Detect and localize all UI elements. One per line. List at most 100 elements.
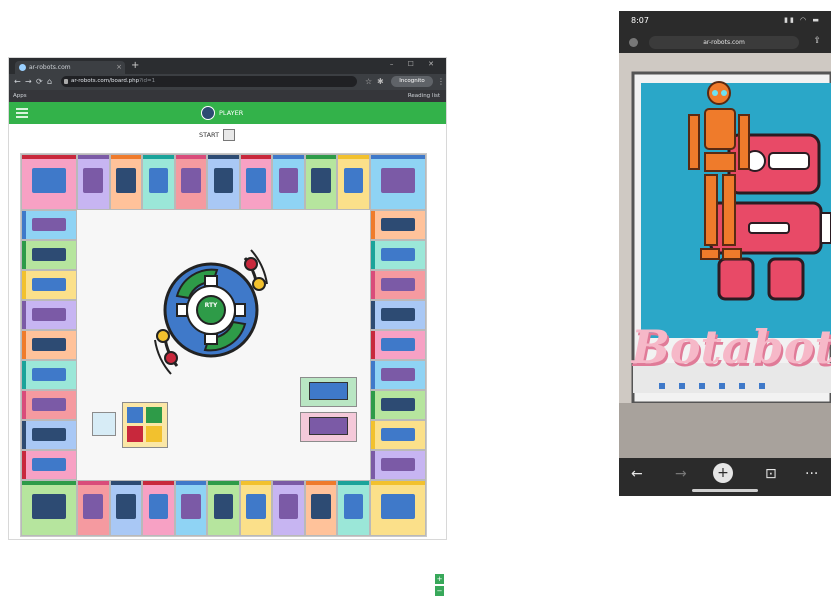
address-suffix: ?id=1 [139, 78, 156, 84]
phone-more-button[interactable]: ··· [805, 466, 818, 482]
board-tile[interactable] [207, 154, 240, 210]
board-tile[interactable] [304, 480, 338, 536]
new-tab-plus-button[interactable]: + [713, 463, 733, 483]
share-icon[interactable]: ⇪ [813, 36, 821, 46]
board-tile[interactable] [142, 480, 175, 536]
favicon-icon [19, 64, 26, 71]
tab-close-icon[interactable]: × [116, 61, 122, 74]
tile-illustration [380, 337, 416, 351]
gear-icon [154, 249, 268, 375]
dice-icon[interactable] [223, 129, 236, 141]
board-tile[interactable] [77, 480, 110, 536]
tile-illustration [31, 337, 67, 351]
tile-color-stripe [371, 241, 375, 269]
zoom-in-button[interactable]: + [435, 574, 444, 584]
phone-tabs-button[interactable]: ⊡ [765, 466, 777, 482]
board-tile[interactable] [21, 480, 77, 536]
community-card-stack[interactable] [300, 412, 357, 442]
board-tile[interactable] [21, 300, 77, 330]
board-tile[interactable] [304, 154, 338, 210]
board-tile[interactable] [370, 390, 426, 420]
window-controls[interactable]: – ☐ ✕ [390, 60, 440, 68]
board-tile[interactable] [21, 330, 77, 360]
tile-illustration [380, 457, 416, 471]
tile-illustration [343, 493, 364, 519]
board-tile[interactable] [109, 480, 143, 536]
reading-list-button[interactable]: Reading list [408, 91, 440, 101]
tile-illustration [343, 167, 364, 193]
board-tile[interactable] [370, 300, 426, 330]
tile-illustration [31, 277, 67, 291]
tile-illustration [31, 367, 67, 381]
board-tile[interactable] [207, 480, 240, 536]
tile-illustration [380, 217, 416, 231]
board-tile[interactable] [21, 450, 77, 480]
profile-button[interactable]: Incognito [391, 76, 433, 87]
board-tile[interactable] [109, 154, 143, 210]
board-tile[interactable] [370, 450, 426, 480]
board-tile[interactable] [239, 154, 273, 210]
browser-tab[interactable]: ar-robots.com × [15, 61, 125, 74]
chance-card-stack[interactable] [300, 377, 357, 407]
tile-illustration [380, 167, 416, 193]
board-tile[interactable] [21, 240, 77, 270]
board-tile[interactable] [21, 420, 77, 450]
board-tile[interactable] [370, 420, 426, 450]
browser-titlebar: ar-robots.com × + – ☐ ✕ [9, 58, 446, 74]
board-tile[interactable] [174, 480, 208, 536]
tile-color-stripe [371, 155, 425, 159]
new-tab-button[interactable]: + [131, 60, 139, 72]
tile-illustration [31, 247, 67, 261]
tile-color-stripe [22, 331, 26, 359]
board-tile[interactable] [370, 210, 426, 240]
extensions-icon[interactable]: ✱ [377, 76, 384, 88]
bookmark-apps[interactable]: Apps [13, 91, 27, 101]
address-bar[interactable]: ar-robots.com/board.php?id=1 [61, 76, 357, 87]
phone-back-button[interactable]: ← [631, 466, 643, 482]
tile-illustration [380, 493, 416, 519]
board-tile[interactable] [272, 154, 305, 210]
player-chip: PLAYER [201, 105, 243, 121]
tile-color-stripe [22, 271, 26, 299]
board-tile[interactable] [77, 154, 110, 210]
board-tile[interactable] [272, 480, 305, 536]
tile-color-stripe [78, 481, 109, 485]
board-tile[interactable] [337, 154, 370, 210]
phone-forward-button[interactable]: → [675, 466, 687, 482]
board-tile[interactable] [370, 154, 426, 210]
board-tile[interactable] [21, 154, 77, 210]
forward-button[interactable]: → [25, 76, 32, 88]
home-button[interactable]: ⌂ [47, 76, 52, 88]
board-tile[interactable] [174, 154, 208, 210]
phone-address-field[interactable]: ar-robots.com [649, 36, 799, 49]
hamburger-icon[interactable] [16, 108, 28, 118]
board-tile[interactable] [21, 360, 77, 390]
reload-button[interactable]: ⟳ [36, 76, 43, 88]
game-area: START RTY + − [9, 124, 446, 596]
board-tile[interactable] [142, 154, 175, 210]
bookmark-star-icon[interactable]: ☆ [365, 76, 372, 88]
tile-color-stripe [338, 481, 369, 485]
ar-3d-text: Botabot [631, 320, 831, 374]
board-tile[interactable] [370, 270, 426, 300]
board-tile[interactable] [370, 360, 426, 390]
tile-color-stripe [22, 481, 76, 485]
kebab-menu-icon[interactable]: ⋮ [437, 76, 445, 88]
board-tile[interactable] [370, 330, 426, 360]
tile-color-stripe [22, 421, 26, 449]
board-tile[interactable] [337, 480, 370, 536]
board-tile[interactable] [370, 240, 426, 270]
tile-color-stripe [22, 241, 26, 269]
small-card[interactable] [92, 412, 116, 436]
back-button[interactable]: ← [14, 76, 21, 88]
zoom-out-button[interactable]: − [435, 586, 444, 596]
board-tile[interactable] [21, 270, 77, 300]
board-tile[interactable] [239, 480, 273, 536]
tile-color-stripe [371, 211, 375, 239]
board-tile[interactable] [21, 390, 77, 420]
board-tile[interactable] [370, 480, 426, 536]
phone-url-bar: ar-robots.com ⇪ [619, 31, 831, 53]
board-tile[interactable] [21, 210, 77, 240]
center-label: RTY [204, 302, 218, 309]
aa-icon[interactable] [629, 38, 638, 47]
